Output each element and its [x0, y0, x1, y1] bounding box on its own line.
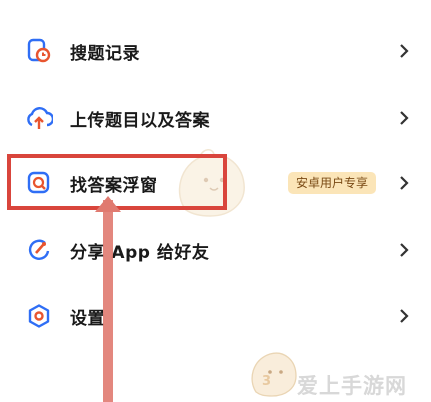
menu-item-settings[interactable]: 设置	[0, 286, 431, 346]
annotation-arrow-shaft	[103, 200, 113, 402]
chevron-right-icon	[397, 240, 411, 260]
chevron-right-icon	[397, 108, 411, 128]
android-exclusive-badge: 安卓用户专享	[288, 172, 377, 194]
chevron-right-icon	[397, 41, 411, 61]
chevron-right-icon	[397, 306, 411, 326]
menu-item-label: 分享 App 给好友	[70, 242, 210, 263]
site-watermark-mascot-icon	[251, 352, 297, 397]
menu-item-search-history[interactable]: 搜题记录	[0, 21, 431, 81]
cloud-upload-icon	[24, 103, 54, 133]
menu-item-label: 设置	[70, 308, 105, 329]
annotation-arrow-head	[95, 196, 121, 212]
menu-item-share-app[interactable]: 分享 App 给好友	[0, 220, 431, 280]
menu-item-upload-question[interactable]: 上传题目以及答案	[0, 88, 431, 148]
history-doc-icon	[24, 36, 54, 66]
settings-icon	[24, 301, 54, 331]
menu-item-label: 上传题目以及答案	[70, 110, 210, 131]
chevron-right-icon	[397, 173, 411, 193]
share-arc-icon	[24, 235, 54, 265]
menu-item-label: 搜题记录	[70, 43, 140, 64]
site-watermark-text: 爱上手游网	[297, 374, 407, 398]
site-watermark-prefix: 3	[262, 374, 272, 389]
